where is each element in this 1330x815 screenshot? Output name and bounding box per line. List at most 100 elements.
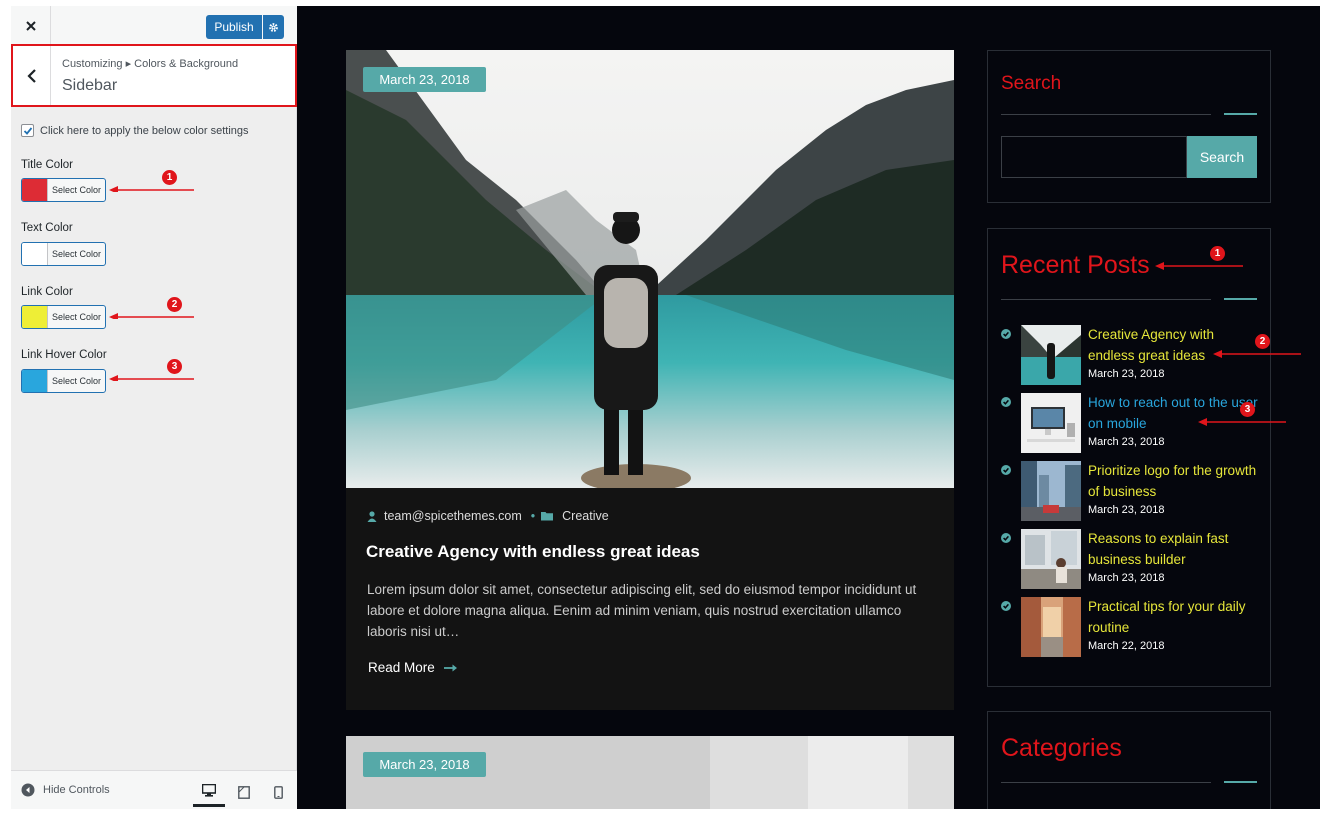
- select-color-label: Select Color: [51, 312, 102, 322]
- close-icon: [25, 21, 36, 31]
- widget-divider: [1001, 114, 1211, 115]
- chevron-left-icon: [26, 68, 36, 83]
- check-circle-icon: [1001, 533, 1011, 543]
- annotation-arrow-3: 3: [1197, 402, 1287, 426]
- customizer-panel: Publish Customizing ▸ Colors & Backgroun…: [11, 6, 297, 809]
- post-featured-image[interactable]: March 23, 2018: [346, 50, 954, 488]
- annotation-arrow-2: 2: [1212, 334, 1302, 358]
- widget-divider-accent: [1224, 298, 1257, 300]
- thumbnail-image: [1021, 393, 1081, 453]
- link-hover-color-swatch: [22, 370, 48, 392]
- post-title[interactable]: Creative Agency with endless great ideas: [366, 542, 700, 562]
- categories-widget: Categories: [987, 711, 1271, 809]
- search-button[interactable]: Search: [1187, 136, 1257, 178]
- arrow-right-icon: [443, 664, 457, 671]
- recent-post-date: March 22, 2018: [1088, 640, 1165, 652]
- thumbnail-image: [1021, 597, 1081, 657]
- thumbnail-image: [1021, 529, 1081, 589]
- mobile-icon: [273, 785, 283, 799]
- link-color-picker[interactable]: Select Color: [21, 305, 106, 329]
- meta-separator: •: [530, 509, 536, 523]
- post-card: March 23, 2018: [346, 736, 954, 809]
- widget-divider-accent: [1224, 781, 1257, 783]
- select-color-label: Select Color: [51, 185, 102, 195]
- customizer-footer: Hide Controls: [11, 770, 297, 809]
- annotation-number: 2: [1255, 334, 1270, 349]
- apply-checkbox-label: Click here to apply the below color sett…: [40, 124, 249, 137]
- arrow-left-icon: [109, 186, 194, 192]
- thumbnail-image: [1021, 461, 1081, 521]
- recent-post-date: March 23, 2018: [1088, 436, 1165, 448]
- widget-divider: [1001, 782, 1211, 783]
- lake-mountain-image: [346, 50, 954, 488]
- post-date-badge[interactable]: March 23, 2018: [363, 67, 486, 92]
- post-author[interactable]: team@spicethemes.com: [384, 509, 522, 523]
- recent-post-item: Practical tips for your daily routine Ma…: [1001, 597, 1261, 659]
- recent-post-item: Reasons to explain fast business builder…: [1001, 529, 1261, 591]
- apply-checkbox[interactable]: [21, 124, 34, 137]
- folder-icon: [541, 512, 554, 521]
- hide-controls-button[interactable]: Hide Controls: [21, 783, 110, 797]
- link-color-label: Link Color: [21, 286, 73, 298]
- title-color-label: Title Color: [21, 159, 73, 171]
- widget-title: Categories: [1001, 734, 1122, 762]
- customizer-header: Publish: [11, 6, 297, 46]
- publish-button[interactable]: Publish: [206, 15, 262, 39]
- search-widget: Search Search: [987, 50, 1271, 203]
- text-color-picker[interactable]: Select Color: [21, 242, 106, 266]
- hide-controls-label: Hide Controls: [43, 784, 110, 796]
- recent-post-thumbnail[interactable]: [1021, 325, 1081, 385]
- link-color-swatch: [22, 306, 48, 328]
- select-color-label: Select Color: [51, 249, 102, 259]
- text-color-label: Text Color: [21, 222, 73, 234]
- publish-settings-button[interactable]: [263, 15, 284, 39]
- annotation-number: 2: [167, 297, 182, 312]
- user-icon: [367, 510, 377, 522]
- annotation-number: 1: [1210, 246, 1225, 261]
- text-color-swatch: [22, 243, 48, 265]
- link-hover-color-picker[interactable]: Select Color: [21, 369, 106, 393]
- apply-setting-row: Click here to apply the below color sett…: [21, 124, 249, 137]
- annotation-arrow-1: 1: [1154, 246, 1244, 270]
- close-customizer-button[interactable]: [11, 6, 51, 46]
- read-more-label: Read More: [368, 660, 435, 675]
- recent-post-date: March 23, 2018: [1088, 504, 1165, 516]
- recent-post-item: Prioritize logo for the growth of busine…: [1001, 461, 1261, 523]
- title-color-swatch: [22, 179, 48, 201]
- post-category[interactable]: Creative: [562, 509, 609, 523]
- search-input[interactable]: [1001, 136, 1187, 178]
- recent-post-thumbnail[interactable]: [1021, 461, 1081, 521]
- recent-post-thumbnail[interactable]: [1021, 529, 1081, 589]
- gear-icon: [269, 22, 278, 32]
- title-color-picker[interactable]: Select Color: [21, 178, 106, 202]
- check-circle-icon: [1001, 397, 1011, 407]
- read-more-link[interactable]: Read More: [368, 660, 457, 675]
- preview-mobile-button[interactable]: [262, 777, 294, 807]
- annotation-number: 3: [167, 359, 182, 374]
- recent-post-link[interactable]: Practical tips for your daily routine: [1088, 597, 1258, 638]
- preview-tablet-button[interactable]: [228, 777, 260, 807]
- annotation-arrow-1: 1: [108, 170, 196, 192]
- recent-post-link[interactable]: Prioritize logo for the growth of busine…: [1088, 461, 1258, 502]
- annotation-number: 1: [162, 170, 177, 185]
- image-area: [808, 736, 908, 809]
- recent-post-thumbnail[interactable]: [1021, 393, 1081, 453]
- collapse-icon: [21, 783, 35, 797]
- tablet-icon: [238, 785, 250, 799]
- annotation-arrow-2: 2: [108, 297, 196, 319]
- widget-divider-accent: [1224, 113, 1257, 115]
- recent-posts-widget: Recent Posts Creative Agency with endles…: [987, 228, 1271, 687]
- arrow-left-icon: [109, 375, 194, 381]
- check-circle-icon: [1001, 601, 1011, 611]
- link-hover-color-label: Link Hover Color: [21, 349, 107, 361]
- post-excerpt: Lorem ipsum dolor sit amet, consectetur …: [367, 582, 917, 639]
- widget-title: Recent Posts: [1001, 251, 1150, 279]
- check-circle-icon: [1001, 465, 1011, 475]
- preview-desktop-button[interactable]: [193, 777, 225, 807]
- back-button[interactable]: [13, 46, 51, 105]
- recent-post-link[interactable]: Reasons to explain fast business builder: [1088, 529, 1258, 570]
- arrow-left-icon: [109, 313, 194, 319]
- check-circle-icon: [1001, 329, 1011, 339]
- post-date-badge[interactable]: March 23, 2018: [363, 752, 486, 777]
- recent-post-thumbnail[interactable]: [1021, 597, 1081, 657]
